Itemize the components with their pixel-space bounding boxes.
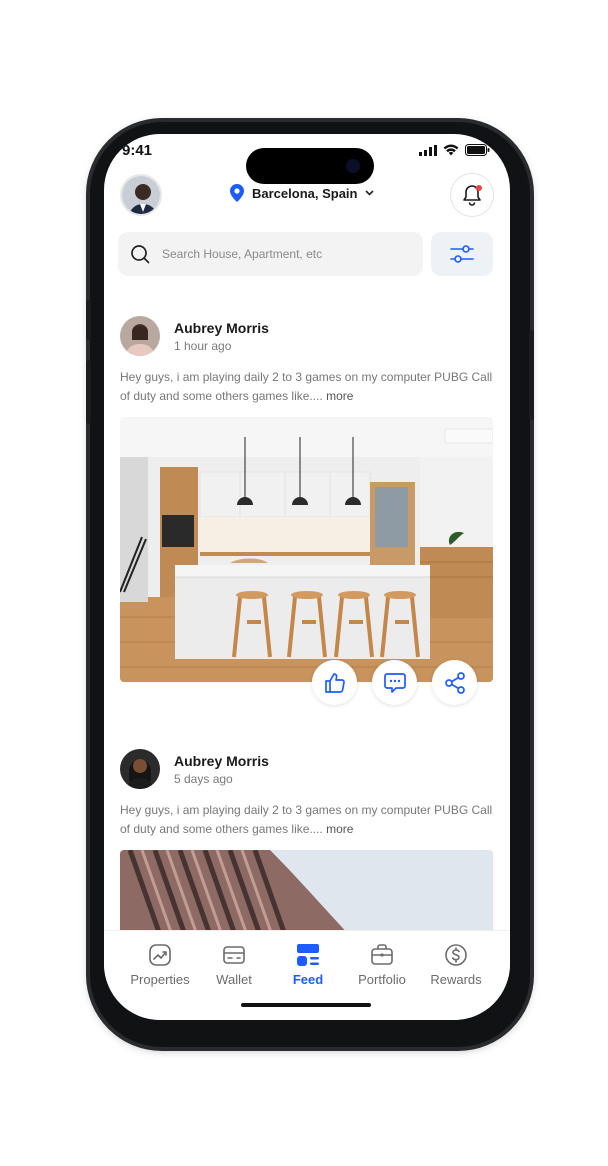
post-timestamp: 5 days ago [174, 772, 233, 786]
post-body: Hey guys, i am playing daily 2 to 3 game… [120, 801, 494, 839]
battery-icon [465, 144, 490, 156]
more-link[interactable]: more [326, 822, 353, 836]
side-button [529, 330, 534, 420]
more-link[interactable]: more [326, 389, 353, 403]
post-text: Hey guys, i am playing daily 2 to 3 game… [120, 370, 493, 403]
app-screen: 9:41 Barcelona, Spain Search House, Apar… [104, 134, 510, 1020]
chevron-down-icon [365, 190, 375, 196]
post-author-name: Aubrey Morris [174, 320, 269, 336]
home-indicator [241, 1003, 371, 1007]
post-body: Hey guys, i am playing daily 2 to 3 game… [120, 368, 494, 406]
post-actions [312, 660, 477, 705]
search-icon [131, 245, 150, 264]
search-bar[interactable] [118, 232, 423, 276]
side-button [86, 360, 91, 424]
tab-label: Feed [292, 972, 324, 987]
tab-label: Wallet [216, 972, 252, 987]
thumbs-up-icon [324, 672, 345, 693]
post-text: Hey guys, i am playing daily 2 to 3 game… [120, 803, 493, 836]
tab-properties[interactable]: Properties [123, 941, 197, 987]
post-timestamp: 1 hour ago [174, 339, 232, 353]
wifi-icon [443, 144, 459, 156]
post-author-avatar[interactable] [120, 316, 160, 356]
dollar-icon [445, 944, 467, 966]
tab-label: Properties [130, 972, 190, 987]
tab-wallet[interactable]: Wallet [197, 941, 271, 987]
tab-feed[interactable]: Feed [271, 941, 345, 987]
status-time: 9:41 [122, 142, 153, 159]
share-button[interactable] [432, 660, 477, 705]
post-author-name: Aubrey Morris [174, 753, 269, 769]
side-button [86, 300, 91, 340]
search-input[interactable] [162, 247, 392, 261]
feed-icon [297, 944, 319, 966]
filter-button[interactable] [431, 232, 493, 276]
dynamic-island [246, 148, 374, 184]
notifications-button[interactable] [450, 173, 494, 217]
comment-icon [383, 672, 406, 693]
post-author-avatar[interactable] [120, 749, 160, 789]
notification-dot [476, 185, 482, 191]
tab-label: Portfolio [358, 972, 406, 987]
chart-icon [149, 944, 171, 966]
wallet-icon [223, 946, 245, 964]
comment-button[interactable] [372, 660, 417, 705]
map-pin-icon [230, 184, 244, 202]
status-icons [419, 144, 490, 156]
signal-icon [419, 144, 437, 156]
like-button[interactable] [312, 660, 357, 705]
tab-label: Rewards [430, 972, 482, 987]
post-image[interactable] [120, 417, 493, 682]
location-label: Barcelona, Spain [252, 185, 358, 201]
share-icon [444, 671, 465, 694]
briefcase-icon [371, 944, 393, 965]
user-avatar[interactable] [120, 174, 162, 216]
location-selector[interactable]: Barcelona, Spain [230, 184, 375, 202]
sliders-icon [450, 245, 474, 263]
tab-rewards[interactable]: Rewards [419, 941, 493, 987]
tab-portfolio[interactable]: Portfolio [345, 941, 419, 987]
